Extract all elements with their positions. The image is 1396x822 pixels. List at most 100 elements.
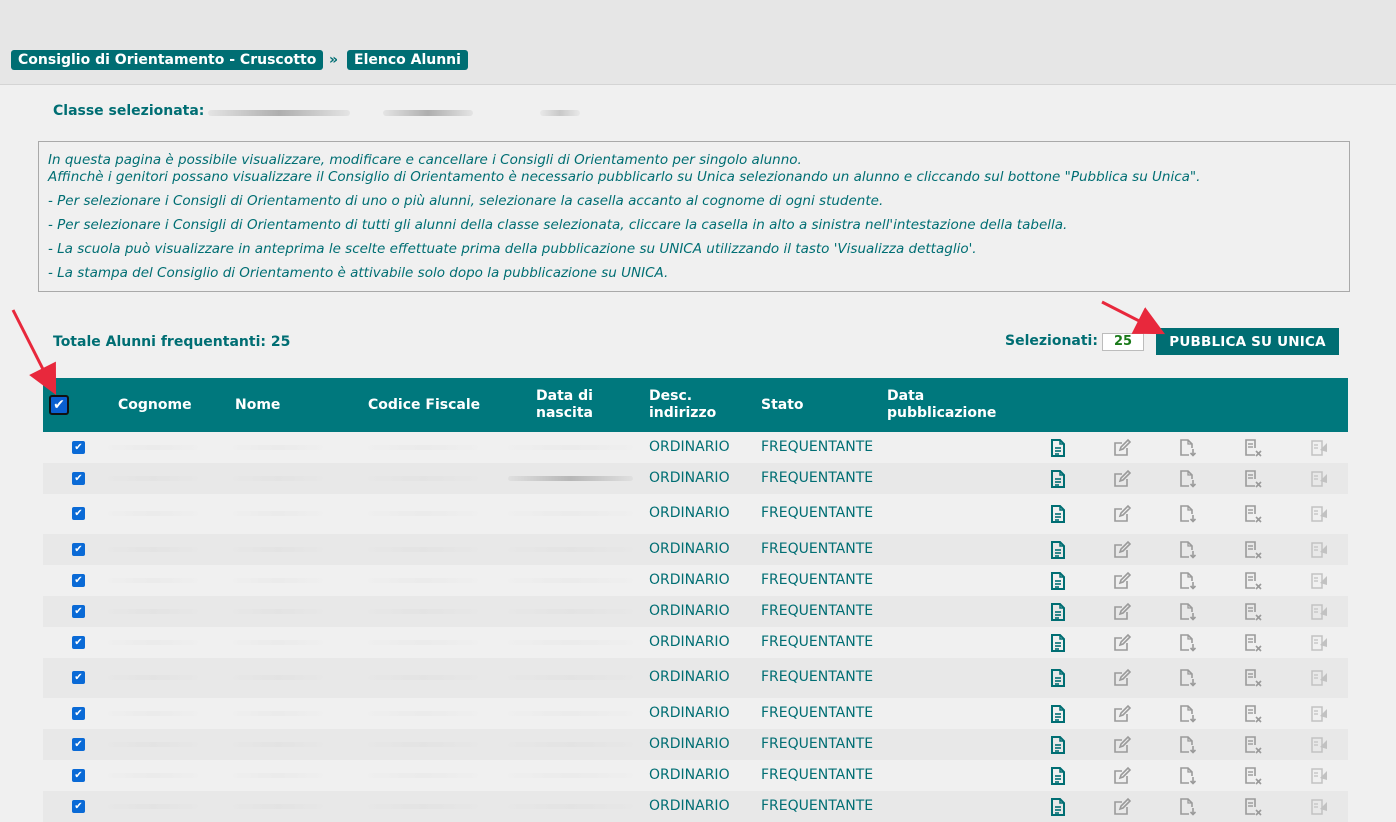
- row-checkbox[interactable]: ✔: [72, 542, 85, 556]
- redacted-cell: [233, 577, 323, 583]
- delete-icon[interactable]: [1243, 602, 1263, 622]
- print-icon: [1309, 504, 1329, 524]
- redacted-cell: [508, 710, 633, 716]
- delete-icon[interactable]: [1243, 633, 1263, 653]
- delete-icon[interactable]: [1243, 540, 1263, 560]
- delete-icon[interactable]: [1243, 438, 1263, 458]
- row-checkbox[interactable]: ✔: [72, 671, 85, 684]
- download-icon[interactable]: [1178, 668, 1198, 688]
- row-checkbox[interactable]: ✔: [72, 706, 85, 720]
- edit-icon[interactable]: [1112, 602, 1132, 622]
- cell-stato: FREQUENTANTE: [761, 633, 874, 650]
- header-nome[interactable]: Nome: [235, 378, 280, 432]
- row-checkbox[interactable]: ✔: [72, 768, 85, 782]
- breadcrumb-cruscotto[interactable]: Consiglio di Orientamento - Cruscotto: [11, 50, 324, 70]
- download-icon[interactable]: [1178, 469, 1198, 489]
- delete-icon[interactable]: [1243, 797, 1263, 817]
- table-row: ✔ ORDINARIO FREQUENTANTE: [43, 432, 1348, 463]
- delete-icon[interactable]: [1243, 735, 1263, 755]
- redacted-cell: [508, 803, 633, 809]
- breadcrumb-elenco-alunni[interactable]: Elenco Alunni: [347, 50, 468, 70]
- row-checkbox[interactable]: ✔: [72, 471, 85, 485]
- download-icon[interactable]: [1178, 438, 1198, 458]
- edit-icon[interactable]: [1112, 504, 1132, 524]
- view-detail-icon[interactable]: [1048, 704, 1068, 724]
- table-header: ✔ Cognome Nome Codice Fiscale Data di na…: [43, 378, 1348, 432]
- header-cognome[interactable]: Cognome: [118, 378, 192, 432]
- redacted-cell: [233, 639, 323, 645]
- view-detail-icon[interactable]: [1048, 766, 1068, 786]
- download-icon[interactable]: [1178, 540, 1198, 560]
- header-codice-fiscale[interactable]: Codice Fiscale: [368, 378, 480, 432]
- edit-icon[interactable]: [1112, 633, 1132, 653]
- delete-icon[interactable]: [1243, 469, 1263, 489]
- redacted-classe-name: [383, 110, 473, 116]
- edit-icon[interactable]: [1112, 571, 1132, 591]
- row-checkbox[interactable]: ✔: [72, 507, 85, 520]
- cell-stato: FREQUENTANTE: [761, 571, 874, 588]
- row-checkbox[interactable]: ✔: [72, 604, 85, 618]
- delete-icon[interactable]: [1243, 668, 1263, 688]
- view-detail-icon[interactable]: [1048, 504, 1068, 524]
- print-icon: [1309, 633, 1329, 653]
- download-icon[interactable]: [1178, 571, 1198, 591]
- view-detail-icon[interactable]: [1048, 438, 1068, 458]
- info-line: Affinchè i genitori possano visualizzare…: [48, 169, 1201, 185]
- arrow-to-select-all: [11, 309, 57, 396]
- download-icon[interactable]: [1178, 766, 1198, 786]
- redacted-cell: [108, 741, 198, 747]
- redacted-cell: [508, 639, 633, 645]
- redacted-cell: [368, 511, 478, 516]
- edit-icon[interactable]: [1112, 704, 1132, 724]
- view-detail-icon[interactable]: [1048, 797, 1068, 817]
- pubblica-su-unica-button[interactable]: PUBBLICA SU UNICA: [1156, 328, 1339, 355]
- delete-icon[interactable]: [1243, 766, 1263, 786]
- download-icon[interactable]: [1178, 633, 1198, 653]
- edit-icon[interactable]: [1112, 797, 1132, 817]
- header-stato[interactable]: Stato: [761, 378, 804, 432]
- classe-selezionata-label: Classe selezionata:: [53, 103, 205, 119]
- row-checkbox[interactable]: ✔: [72, 635, 85, 649]
- header-data-nascita[interactable]: Data di nascita: [536, 378, 608, 432]
- download-icon[interactable]: [1178, 735, 1198, 755]
- redacted-cell: [108, 577, 198, 583]
- edit-icon[interactable]: [1112, 469, 1132, 489]
- header-data-pubblicazione[interactable]: Data pubblicazione: [887, 378, 1007, 432]
- row-checkbox[interactable]: ✔: [72, 799, 85, 813]
- cell-stato: FREQUENTANTE: [761, 602, 874, 619]
- row-checkbox[interactable]: ✔: [72, 440, 85, 454]
- view-detail-icon[interactable]: [1048, 469, 1068, 489]
- redacted-classe-code: [208, 110, 350, 116]
- download-icon[interactable]: [1178, 797, 1198, 817]
- edit-icon[interactable]: [1112, 668, 1132, 688]
- edit-icon[interactable]: [1112, 766, 1132, 786]
- header-desc-indirizzo[interactable]: Desc. indirizzo: [649, 378, 729, 432]
- delete-icon[interactable]: [1243, 571, 1263, 591]
- edit-icon[interactable]: [1112, 438, 1132, 458]
- view-detail-icon[interactable]: [1048, 571, 1068, 591]
- redacted-cell: [368, 675, 478, 680]
- view-detail-icon[interactable]: [1048, 602, 1068, 622]
- download-icon[interactable]: [1178, 602, 1198, 622]
- redacted-cell: [508, 475, 633, 481]
- row-checkbox[interactable]: ✔: [72, 573, 85, 587]
- download-icon[interactable]: [1178, 504, 1198, 524]
- redacted-cell: [233, 710, 323, 716]
- view-detail-icon[interactable]: [1048, 540, 1068, 560]
- edit-icon[interactable]: [1112, 540, 1132, 560]
- view-detail-icon[interactable]: [1048, 633, 1068, 653]
- redacted-cell: [368, 710, 478, 716]
- view-detail-icon[interactable]: [1048, 735, 1068, 755]
- cell-desc-indirizzo: ORDINARIO: [649, 438, 730, 455]
- download-icon[interactable]: [1178, 704, 1198, 724]
- select-all-checkbox[interactable]: ✔: [49, 395, 69, 415]
- redacted-cell: [233, 511, 323, 516]
- view-detail-icon[interactable]: [1048, 668, 1068, 688]
- redacted-cell: [508, 511, 633, 516]
- delete-icon[interactable]: [1243, 704, 1263, 724]
- delete-icon[interactable]: [1243, 504, 1263, 524]
- cell-stato: FREQUENTANTE: [761, 797, 874, 814]
- redacted-cell: [508, 577, 633, 583]
- row-checkbox[interactable]: ✔: [72, 737, 85, 751]
- edit-icon[interactable]: [1112, 735, 1132, 755]
